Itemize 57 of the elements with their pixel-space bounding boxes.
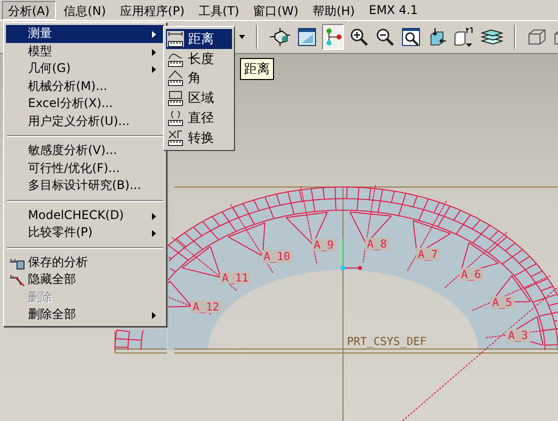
menu-item[interactable]: 敏感度分析(V)... bbox=[6, 142, 164, 160]
dimension-label: A_8 bbox=[365, 238, 390, 251]
csys-label: PRT_CSYS_DEF bbox=[347, 335, 426, 348]
zoom-in-icon bbox=[349, 27, 369, 47]
menu-item[interactable]: 隐藏全部 bbox=[6, 271, 164, 288]
menu-item[interactable]: 可行性/优化(F)... bbox=[6, 160, 164, 177]
menu-item[interactable]: 工具(T) bbox=[192, 0, 246, 20]
magnifier-icon bbox=[401, 27, 421, 47]
submenu-arrow-icon bbox=[152, 48, 156, 56]
box-icon bbox=[453, 27, 475, 47]
cube-icon bbox=[269, 27, 291, 47]
dimension-label: A_6 bbox=[459, 268, 484, 282]
ruler-icon bbox=[167, 130, 184, 146]
menu-item[interactable]: 帮助(H) bbox=[306, 0, 361, 20]
menu-item[interactable]: Excel分析(X)... bbox=[6, 95, 164, 112]
menu-item[interactable]: 角 bbox=[166, 68, 232, 88]
submenu-arrow-icon bbox=[152, 212, 156, 220]
ruler-icon bbox=[167, 30, 184, 47]
menu-item[interactable]: 转换 bbox=[166, 128, 232, 148]
menu-item[interactable]: 长度 bbox=[166, 48, 232, 69]
menu-item[interactable]: EMX 4.1 bbox=[362, 0, 424, 20]
dropdown-arrow-icon bbox=[239, 35, 245, 39]
menu-item[interactable]: 窗口(W) bbox=[247, 0, 304, 20]
menu-item[interactable]: 应用程序(P) bbox=[114, 0, 191, 20]
wireframe-cube-icon bbox=[527, 27, 547, 47]
dimension-label: A_12 bbox=[190, 300, 222, 314]
ruler-icon bbox=[9, 273, 25, 287]
ruler-icon bbox=[167, 90, 184, 106]
submenu-arrow-icon bbox=[152, 312, 156, 319]
submenu-arrow-icon bbox=[152, 230, 156, 237]
menu-item[interactable]: 区域 bbox=[166, 88, 232, 108]
menu-item[interactable]: 机械分析(M)... bbox=[6, 78, 164, 95]
menu-item[interactable]: 用户定义分析(U)... bbox=[6, 112, 164, 130]
menu-item[interactable]: 直径 bbox=[166, 108, 232, 128]
dimension-label: A_3 bbox=[506, 329, 530, 342]
menu-item[interactable]: 比较零件(P) bbox=[6, 224, 164, 242]
menu-item[interactable]: 保存的分析 bbox=[6, 254, 164, 271]
dimension-label: A_10 bbox=[262, 250, 292, 264]
layers-icon bbox=[481, 27, 503, 47]
ruler-icon bbox=[167, 50, 184, 67]
submenu-arrow-icon bbox=[152, 31, 156, 38]
menu-item[interactable]: 几何(G) bbox=[6, 60, 164, 78]
window-icon bbox=[297, 27, 317, 47]
dimension-label: A_5 bbox=[490, 296, 514, 310]
zoom-out-icon bbox=[375, 27, 395, 47]
submenu-arrow-icon bbox=[152, 66, 156, 73]
ruler-icon bbox=[167, 70, 184, 86]
menu-item[interactable]: 距离 bbox=[166, 29, 232, 49]
menu-item[interactable]: 模型 bbox=[6, 42, 164, 60]
menu-item[interactable]: 信息(N) bbox=[58, 0, 112, 20]
toolbar-button[interactable] bbox=[322, 24, 344, 50]
menu-item[interactable]: ModelCHECK(D) bbox=[6, 206, 164, 224]
menu-item[interactable]: 分析(A) bbox=[2, 0, 56, 20]
menu-item[interactable]: 删除全部 bbox=[6, 306, 164, 324]
tooltip: 距离 bbox=[240, 58, 274, 80]
menu-item[interactable]: 测量 bbox=[6, 25, 164, 42]
menu-item[interactable]: 多目标设计研究(B)... bbox=[6, 177, 164, 194]
